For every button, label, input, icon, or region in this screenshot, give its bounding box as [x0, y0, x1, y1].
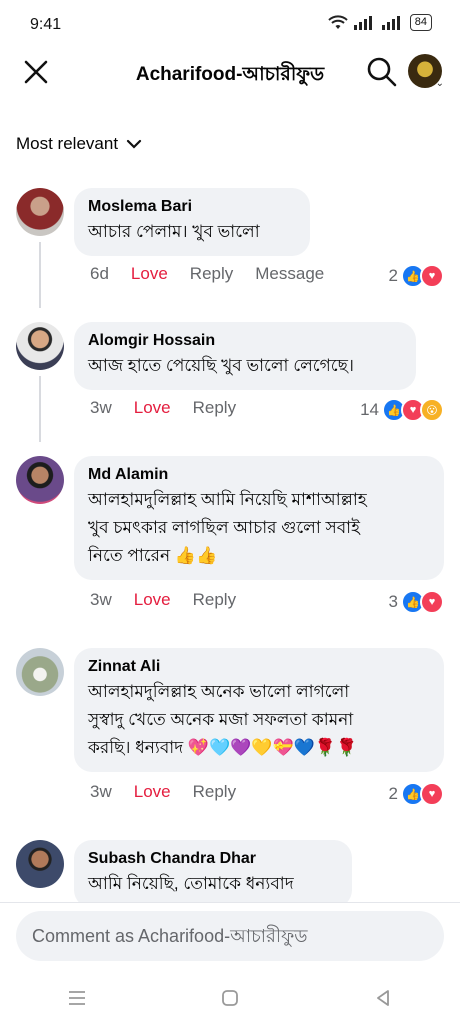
comment-actions: 3w Love Reply [90, 590, 258, 610]
comment-time: 3w [90, 782, 112, 801]
reaction-count: 14 [360, 400, 379, 419]
reply-button[interactable]: Reply [193, 590, 236, 610]
comment-time: 3w [90, 398, 112, 417]
signal-icon [353, 15, 372, 30]
chevron-down-icon [126, 139, 142, 149]
comment-bubble: Moslema Bari আচার পেলাম। খুব ভালো [74, 188, 310, 256]
wifi-icon [328, 14, 348, 29]
comment-input[interactable]: Comment as Acharifood-আচারীফুড [16, 911, 444, 961]
avatar[interactable] [16, 840, 64, 888]
comment-bubble: Alomgir Hossain আজ হাতে পেয়েছি খুব ভালো… [74, 322, 416, 390]
comment-author[interactable]: Alomgir Hossain [88, 330, 402, 352]
battery-indicator: 84 [409, 14, 432, 31]
signal-icon-2 [381, 15, 400, 30]
love-reaction-icon: ♥ [420, 264, 444, 288]
comment-text: খুব চমৎকার লাগছিল আচার গুলো সবাই [88, 518, 360, 537]
comment-text: আমি নিয়েছি, তোমাকে ধন্যবাদ [88, 874, 294, 893]
comment-bubble: Subash Chandra Dhar আমি নিয়েছি, তোমাকে … [74, 840, 352, 908]
comment-author[interactable]: Zinnat Ali [88, 656, 430, 678]
comment-text: আচার পেলাম। খুব ভালো [88, 222, 260, 241]
comment-time: 6d [90, 264, 109, 283]
reaction-summary[interactable]: 2 👍 ♥ [389, 264, 444, 288]
love-reaction-icon: ♥ [420, 590, 444, 614]
comment-text: সুস্বাদু খেতে অনেক মজা সফলতা কামনা [88, 710, 354, 729]
love-button[interactable]: Love [134, 398, 171, 418]
reaction-count: 2 [388, 266, 398, 285]
comment-text: আলহামদুলিল্লাহ আমি নিয়েছি মাশাআল্লাহ [88, 490, 367, 509]
message-button[interactable]: Message [255, 264, 324, 284]
avatar[interactable] [16, 188, 64, 236]
comment-text: আলহামদুলিল্লাহ অনেক ভালো লাগলো [88, 682, 350, 701]
status-bar: 9:41 84 [0, 0, 460, 50]
back-icon[interactable] [363, 983, 403, 1013]
sort-dropdown[interactable]: Most relevant [16, 134, 142, 154]
love-reaction-icon: ♥ [420, 782, 444, 806]
comment-bubble: Zinnat Ali আলহামদুলিল্লাহ অনেক ভালো লাগল… [74, 648, 444, 772]
comment-actions: 3w Love Reply [90, 782, 258, 802]
chevron-down-icon[interactable]: ⌄ [436, 78, 444, 89]
thread-line [39, 242, 41, 308]
comment-text: নিতে পারেন 👍👍 [88, 546, 218, 565]
top-bar: Acharifood-আচারীফুড ⌄ [0, 48, 460, 96]
comment-composer-bar: Comment as Acharifood-আচারীফুড [0, 902, 460, 973]
avatar[interactable] [16, 456, 64, 504]
reaction-count: 2 [388, 784, 398, 803]
comment-author[interactable]: Moslema Bari [88, 196, 296, 218]
recent-apps-icon[interactable] [57, 983, 97, 1013]
love-button[interactable]: Love [134, 782, 171, 802]
comment-text: আজ হাতে পেয়েছি খুব ভালো লেগেছে। [88, 356, 354, 375]
home-icon[interactable] [210, 983, 250, 1013]
reply-button[interactable]: Reply [193, 398, 236, 418]
status-time: 9:41 [30, 16, 62, 33]
avatar[interactable] [16, 322, 64, 370]
comment-author[interactable]: Md Alamin [88, 464, 430, 486]
reply-button[interactable]: Reply [190, 264, 233, 284]
reaction-summary[interactable]: 14 👍 ♥ 😮 [360, 398, 444, 422]
love-button[interactable]: Love [131, 264, 168, 284]
love-button[interactable]: Love [134, 590, 171, 610]
comment-actions: 3w Love Reply [90, 398, 258, 418]
thread-line [39, 376, 41, 442]
comment-actions: 6d Love Reply Message [90, 264, 346, 284]
wow-reaction-icon: 😮 [420, 398, 444, 422]
status-icons: 84 [328, 14, 432, 31]
reaction-summary[interactable]: 3 👍 ♥ [389, 590, 444, 614]
comment-time: 3w [90, 590, 112, 609]
search-icon[interactable] [366, 56, 398, 88]
comment-text: করছি। ধন্যবাদ 💖🩵💜💛💝💙🌹🌹 [88, 738, 358, 757]
system-nav-bar [0, 972, 460, 1024]
avatar[interactable] [16, 648, 64, 696]
reaction-count: 3 [388, 592, 398, 611]
comment-bubble: Md Alamin আলহামদুলিল্লাহ আমি নিয়েছি মাশ… [74, 456, 444, 580]
sort-label: Most relevant [16, 134, 119, 153]
reaction-summary[interactable]: 2 👍 ♥ [389, 782, 444, 806]
comment-author[interactable]: Subash Chandra Dhar [88, 848, 338, 870]
reply-button[interactable]: Reply [193, 782, 236, 802]
